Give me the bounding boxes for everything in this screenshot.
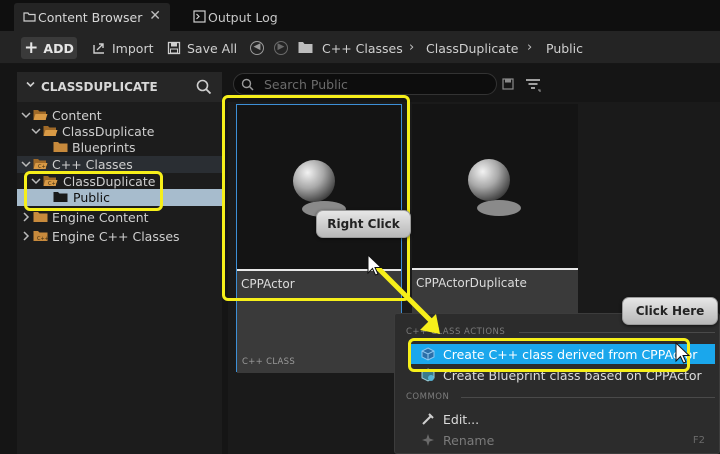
forward-arrow-icon[interactable]: ▶	[274, 41, 288, 55]
sources-title: CLASSDUPLICATE	[41, 80, 158, 94]
import-label: Import	[112, 40, 154, 56]
menu-item-edit[interactable]: Edit...	[411, 409, 715, 429]
folder-icon	[298, 42, 313, 53]
tree-item-label: Engine Content	[52, 209, 149, 225]
asset-search-box[interactable]	[233, 73, 497, 95]
highlight-box-folder	[24, 171, 163, 211]
search-input[interactable]	[264, 76, 484, 92]
tree-item-label: C++ Classes	[52, 157, 133, 172]
save-search-icon[interactable]	[502, 78, 514, 90]
tab-bar: Content Browser ✕ Output Log	[0, 0, 720, 31]
back-arrow-icon[interactable]: ◀	[250, 41, 264, 55]
filter-icon[interactable]	[525, 78, 541, 92]
tab-content-browser[interactable]: Content Browser ✕	[14, 3, 170, 31]
folder-tab-icon	[23, 12, 36, 22]
menu-item-label: Edit...	[443, 411, 480, 427]
tree-item-content[interactable]: Content	[17, 107, 222, 123]
breadcrumb-cpp-classes[interactable]: C++ Classes	[322, 41, 403, 56]
chevron-down-icon[interactable]	[26, 80, 35, 89]
search-icon	[241, 78, 254, 91]
toolbar: + ADD Import Save All ◀ ▶ C++ Classes › …	[0, 31, 720, 64]
tree-item-label: Blueprints	[72, 139, 136, 155]
tree-item-label: ClassDuplicate	[62, 123, 155, 139]
sources-header: CLASSDUPLICATE	[17, 72, 222, 102]
add-label: ADD	[43, 40, 74, 56]
mouse-cursor-icon	[675, 342, 691, 364]
import-button[interactable]: Import	[92, 37, 154, 59]
asset-type: C++ CLASS	[242, 357, 296, 367]
chevron-down-icon[interactable]	[21, 110, 31, 120]
breadcrumb-chevron-icon: ›	[409, 40, 415, 55]
import-icon	[93, 43, 104, 54]
open-folder-icon	[33, 110, 48, 120]
actor-sphere-icon	[468, 159, 521, 216]
chevron-right-icon[interactable]	[21, 212, 31, 222]
chevron-down-icon[interactable]	[31, 126, 41, 136]
tree-item-label: Content	[52, 107, 102, 123]
chevron-down-icon[interactable]	[21, 159, 31, 169]
tab-label: Content Browser	[38, 9, 143, 25]
folder-icon	[53, 142, 68, 152]
tree-item-engine-content[interactable]: Engine Content	[17, 209, 222, 225]
tree-item-blueprints[interactable]: Blueprints	[17, 139, 222, 155]
save-all-label: Save All	[187, 40, 238, 56]
add-button[interactable]: + ADD	[21, 37, 77, 59]
tab-output-log[interactable]: Output Log	[184, 3, 294, 31]
breadcrumb-chevron-icon: ›	[527, 40, 533, 55]
callout-click-here: Click Here	[622, 297, 718, 325]
plus-icon: +	[24, 38, 39, 58]
svg-text:C++: C++	[38, 164, 48, 170]
tree-item-label: Engine C++ Classes	[52, 228, 180, 244]
sources-panel: CLASSDUPLICATE Content ClassDuplicate Bl…	[17, 72, 222, 454]
section-divider	[519, 332, 715, 333]
breadcrumb-public[interactable]: Public	[546, 41, 583, 56]
asset-thumbnail	[412, 104, 578, 268]
search-icon[interactable]	[196, 79, 212, 95]
tree-item-engine-cpp-classes[interactable]: C++ Engine C++ Classes	[17, 228, 222, 244]
close-icon[interactable]: ✕	[149, 8, 161, 24]
rename-icon	[422, 434, 434, 446]
section-divider	[461, 397, 715, 398]
callout-right-click: Right Click	[316, 210, 411, 238]
save-icon	[167, 41, 181, 55]
open-folder-icon	[43, 126, 58, 136]
edit-icon	[422, 413, 434, 425]
cpp-folder-icon: C++	[33, 231, 48, 242]
tab-label: Output Log	[208, 9, 278, 25]
mouse-cursor-icon	[367, 254, 383, 276]
breadcrumb-classduplicate[interactable]: ClassDuplicate	[426, 41, 518, 56]
cpp-folder-icon: C++	[33, 159, 48, 170]
chevron-right-icon[interactable]	[21, 231, 31, 241]
terminal-icon	[193, 10, 206, 23]
folder-icon	[33, 212, 48, 222]
section-header-common: COMMON	[406, 392, 450, 402]
shortcut-label: F2	[692, 434, 705, 446]
menu-item-label: Rename	[443, 432, 495, 448]
tree-item-classduplicate[interactable]: ClassDuplicate	[17, 123, 222, 139]
save-all-button[interactable]: Save All	[167, 37, 237, 59]
svg-text:C++: C++	[37, 236, 48, 242]
menu-item-rename[interactable]: Rename F2	[411, 430, 715, 450]
